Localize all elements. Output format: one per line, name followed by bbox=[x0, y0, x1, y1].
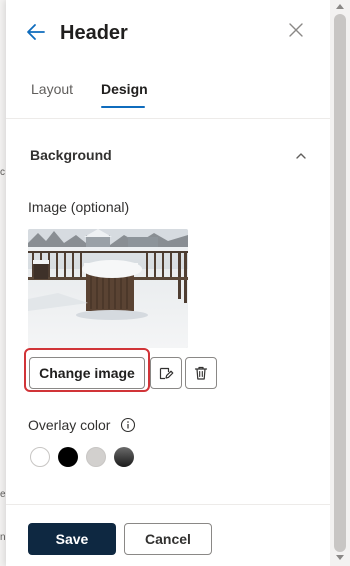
info-icon-graphic bbox=[120, 417, 136, 433]
overlay-swatch-white[interactable] bbox=[30, 447, 50, 467]
background-image-preview bbox=[28, 229, 188, 348]
tab-layout[interactable]: Layout bbox=[31, 80, 73, 98]
close-button[interactable] bbox=[286, 20, 306, 40]
image-field-label: Image (optional) bbox=[28, 199, 130, 215]
scroll-up-arrow[interactable] bbox=[336, 4, 344, 9]
back-button[interactable] bbox=[24, 20, 48, 44]
scrollbar[interactable] bbox=[330, 0, 350, 566]
overlay-color-label: Overlay color bbox=[28, 417, 111, 433]
footer-divider bbox=[6, 504, 330, 505]
change-image-button[interactable]: Change image bbox=[29, 357, 145, 389]
divider bbox=[6, 118, 330, 119]
selected-tab-indicator bbox=[101, 106, 145, 108]
edit-icon bbox=[159, 367, 174, 380]
close-icon bbox=[289, 23, 303, 37]
snowy-deck-photo bbox=[28, 229, 188, 348]
tab-design[interactable]: Design bbox=[101, 80, 148, 98]
section-title-background: Background bbox=[30, 147, 112, 163]
overlay-swatch-light-gray[interactable] bbox=[86, 447, 106, 467]
overlay-swatch-black[interactable] bbox=[58, 447, 78, 467]
overlay-swatch-dark-gradient[interactable] bbox=[114, 447, 134, 467]
edit-image-button[interactable] bbox=[150, 357, 182, 389]
tab-list: Layout Design bbox=[6, 72, 330, 112]
scrollbar-thumb[interactable] bbox=[334, 14, 346, 552]
panel-header: Header bbox=[6, 0, 330, 64]
info-icon[interactable] bbox=[120, 417, 136, 433]
panel-title: Header bbox=[60, 22, 128, 44]
collapse-section-button[interactable] bbox=[294, 149, 308, 163]
save-button[interactable]: Save bbox=[28, 523, 116, 555]
chevron-up-icon bbox=[296, 153, 306, 159]
trash-icon bbox=[194, 366, 208, 380]
delete-image-button[interactable] bbox=[185, 357, 217, 389]
property-panel: Header Layout Design Background Image (o… bbox=[6, 0, 330, 566]
arrow-left-icon bbox=[27, 24, 45, 40]
cancel-button[interactable]: Cancel bbox=[124, 523, 212, 555]
scroll-down-arrow[interactable] bbox=[336, 555, 344, 560]
